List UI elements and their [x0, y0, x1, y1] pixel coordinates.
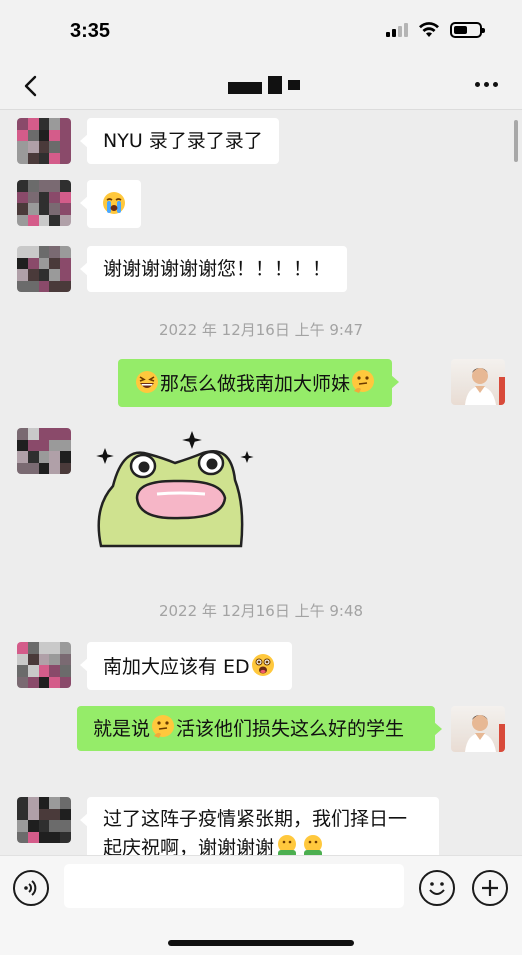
message-row: 过了这阵子疫情紧张期，我们择日一起庆祝啊，谢谢谢谢: [0, 797, 522, 855]
self-avatar[interactable]: [451, 706, 505, 752]
message-bubble[interactable]: 就是说 活该他们损失这么好的学生: [77, 706, 442, 751]
message-text: NYU 录了录了录了: [103, 130, 263, 152]
chevron-left-icon[interactable]: [18, 72, 46, 100]
avatar[interactable]: [17, 797, 71, 843]
more-dots-icon[interactable]: [475, 82, 498, 87]
message-bubble[interactable]: 南加大应该有 ED: [80, 642, 292, 690]
battery-icon: [450, 22, 485, 38]
hugging-face-icon: [278, 835, 297, 855]
status-time: 3:35: [70, 20, 111, 42]
thinking-face-icon: [352, 370, 375, 393]
message-bubble[interactable]: 那怎么做我南加大师妹: [118, 359, 400, 407]
home-indicator[interactable]: [168, 940, 354, 946]
message-text: 谢谢谢谢谢谢您！！！！！: [103, 258, 332, 280]
contact-name-redacted: [222, 76, 300, 94]
message-text: 就是说: [93, 718, 151, 740]
message-text: 那怎么做我南加大师妹: [160, 373, 351, 395]
signal-icon: [386, 23, 408, 37]
message-input[interactable]: [64, 864, 404, 908]
voice-icon[interactable]: [13, 870, 49, 906]
message-bubble[interactable]: 过了这阵子疫情紧张期，我们择日一起庆祝啊，谢谢谢谢: [80, 797, 439, 855]
timestamp: 2022 年 12月16日 上午 9:47: [158, 321, 364, 339]
happy-frog-sticker[interactable]: [93, 428, 261, 548]
chat-header: [0, 64, 522, 110]
astonished-face-icon: [251, 654, 274, 676]
self-avatar[interactable]: [451, 359, 505, 405]
message-bubble[interactable]: NYU 录了录了录了: [80, 118, 279, 164]
message-bubble[interactable]: [80, 180, 141, 228]
message-text: 活该他们损失这么好的学生: [176, 718, 405, 740]
status-bar: 3:35: [0, 0, 522, 64]
avatar[interactable]: [17, 118, 71, 164]
hugging-face-icon: [304, 835, 323, 855]
avatar[interactable]: [17, 180, 71, 226]
thinking-face-icon: [152, 715, 175, 738]
timestamp: 2022 年 12月16日 上午 9:48: [158, 602, 364, 620]
smile-icon[interactable]: [419, 870, 455, 906]
wifi-icon: [419, 22, 439, 37]
avatar[interactable]: [17, 246, 71, 292]
avatar[interactable]: [17, 428, 71, 474]
plus-icon[interactable]: [472, 870, 508, 906]
message-bubble[interactable]: 谢谢谢谢谢谢您！！！！！: [79, 246, 348, 292]
message-text: 南加大应该有 ED: [103, 656, 250, 678]
avatar[interactable]: [17, 642, 71, 688]
message-text: 过了这阵子疫情紧张期，我们择日一起庆祝啊，谢谢谢谢: [103, 808, 408, 855]
loudly-crying-face-icon: [103, 192, 125, 214]
scrollbar[interactable]: [514, 120, 518, 162]
grinning-squinting-face-icon: [136, 371, 158, 393]
status-icons: [386, 22, 485, 38]
